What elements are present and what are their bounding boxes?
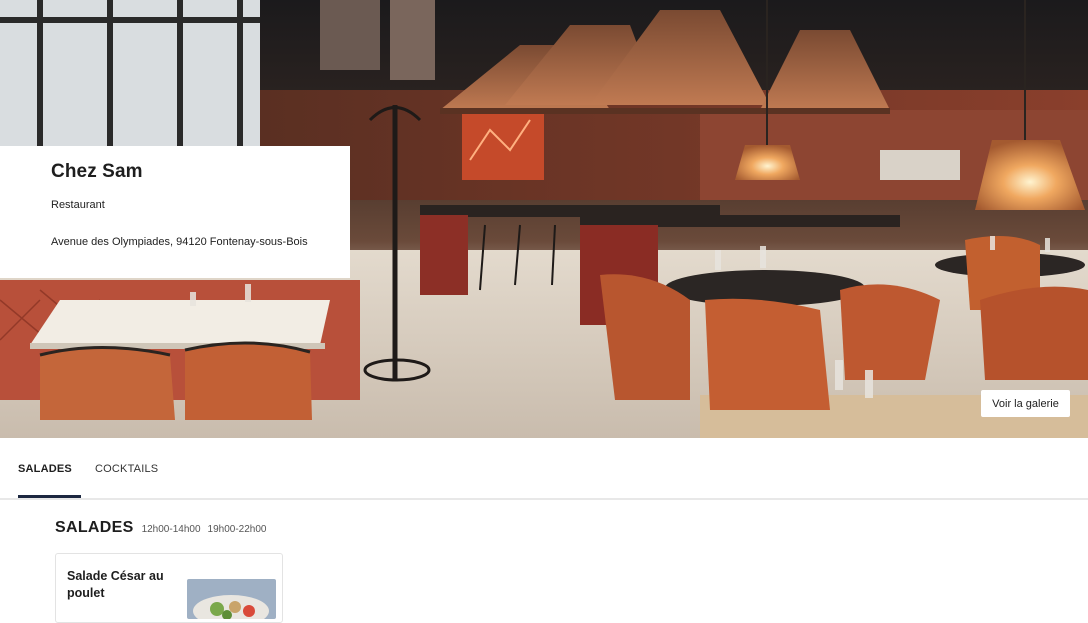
service-hours-lunch: 12h00-14h00: [141, 524, 201, 535]
section-header: SALADES 12h00-14h00 19h00-22h00: [55, 519, 266, 537]
dish-card[interactable]: Salade César au poulet: [55, 553, 283, 623]
restaurant-address: Avenue des Olympiades, 94120 Fontenay-so…: [51, 236, 308, 248]
restaurant-type: Restaurant: [51, 199, 105, 211]
service-hours-dinner: 19h00-22h00: [207, 524, 267, 535]
tab-salades[interactable]: SALADES: [18, 463, 72, 475]
section-title: SALADES: [55, 519, 134, 536]
active-tab-indicator: [18, 495, 81, 498]
tab-cocktails[interactable]: COCKTAILS: [95, 463, 158, 475]
dish-photo: [187, 579, 276, 619]
restaurant-info-card: Chez Sam Restaurant Avenue des Olympiade…: [0, 146, 350, 278]
hero-image: Chez Sam Restaurant Avenue des Olympiade…: [0, 0, 1088, 438]
view-gallery-button[interactable]: Voir la galerie: [981, 390, 1070, 417]
menu-category-tabs: SALADES COCKTAILS: [0, 438, 1088, 500]
restaurant-name: Chez Sam: [51, 161, 143, 182]
